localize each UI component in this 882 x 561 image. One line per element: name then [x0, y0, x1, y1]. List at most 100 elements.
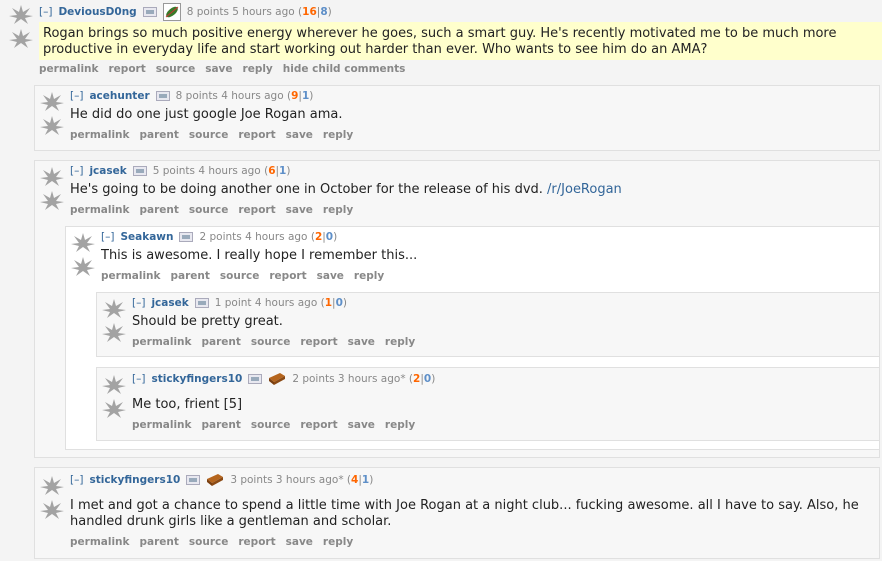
source-link[interactable]: source — [189, 129, 228, 141]
user-badge-icon — [186, 475, 201, 485]
upvote-leaf-icon[interactable] — [101, 298, 127, 320]
author-link[interactable]: acehunter — [89, 90, 149, 102]
save-link[interactable]: save — [317, 270, 344, 282]
collapse-toggle[interactable]: [–] — [70, 90, 83, 102]
author-link[interactable]: stickyfingers10 — [89, 474, 180, 486]
user-badge-icon — [248, 374, 263, 384]
upvote-leaf-icon[interactable] — [70, 232, 96, 254]
report-link[interactable]: report — [238, 129, 275, 141]
comment-actions: permalink parent source report save reply — [132, 419, 425, 431]
parent-link[interactable]: parent — [171, 270, 210, 282]
comment-actions: permalink parent source report save reply — [101, 270, 394, 282]
upvote-leaf-icon[interactable] — [101, 374, 127, 396]
source-link[interactable]: source — [251, 336, 290, 348]
hide-child-comments-link[interactable]: hide child comments — [283, 63, 406, 75]
score-time: 3 points 3 hours ago* — [230, 474, 344, 486]
permalink-link[interactable]: permalink — [132, 419, 192, 431]
upvote-leaf-icon[interactable] — [8, 4, 34, 26]
save-link[interactable]: save — [286, 129, 313, 141]
vote-arrows[interactable] — [39, 91, 65, 137]
save-link[interactable]: save — [286, 536, 313, 548]
parent-link[interactable]: parent — [140, 129, 179, 141]
report-link[interactable]: report — [238, 536, 275, 548]
vote-arrows[interactable] — [70, 232, 96, 278]
downvote-leaf-icon[interactable] — [70, 256, 96, 278]
downvote-leaf-icon[interactable] — [101, 322, 127, 344]
collapse-toggle[interactable]: [–] — [39, 6, 52, 18]
author-link[interactable]: jcasek — [89, 165, 126, 177]
author-link[interactable]: Seakawn — [120, 231, 173, 243]
save-link[interactable]: save — [348, 336, 375, 348]
reply-link[interactable]: reply — [385, 419, 415, 431]
vote-counts: (2|0) — [310, 231, 338, 243]
comment-tagline: [–] jcasek 5 points 4 hours ago (6|1) — [70, 165, 290, 177]
report-link[interactable]: report — [300, 336, 337, 348]
parent-link[interactable]: parent — [140, 536, 179, 548]
author-link[interactable]: stickyfingers10 — [151, 373, 242, 385]
reply-link[interactable]: reply — [354, 270, 384, 282]
save-link[interactable]: save — [286, 204, 313, 216]
reply-link[interactable]: reply — [323, 129, 353, 141]
source-link[interactable]: source — [189, 536, 228, 548]
vote-arrows[interactable] — [39, 475, 65, 521]
vote-counts: (9|1) — [287, 90, 314, 102]
vote-arrows[interactable] — [101, 374, 127, 420]
vote-counts: (2|0) — [408, 373, 436, 385]
user-badge-icon — [142, 7, 157, 17]
permalink-link[interactable]: permalink — [70, 204, 130, 216]
source-link[interactable]: source — [156, 63, 195, 75]
permalink-link[interactable]: permalink — [101, 270, 161, 282]
upvote-leaf-icon[interactable] — [39, 475, 65, 497]
comment-actions: permalink parent source report save reply — [70, 129, 363, 141]
report-link[interactable]: report — [300, 419, 337, 431]
comment-tagline: [–] jcasek 1 point 4 hours ago (1|0) — [132, 297, 347, 309]
vote-arrows[interactable] — [39, 166, 65, 212]
score-time: 2 points 4 hours ago — [199, 231, 308, 243]
author-link[interactable]: jcasek — [151, 297, 188, 309]
reply-link[interactable]: reply — [323, 536, 353, 548]
reply-link[interactable]: reply — [243, 63, 273, 75]
flair-leaf-icon — [162, 3, 181, 21]
comment-body: Me too, frient [5] — [132, 397, 243, 412]
parent-link[interactable]: parent — [202, 336, 241, 348]
comment-body: He's going to be doing another one in Oc… — [70, 182, 622, 198]
permalink-link[interactable]: permalink — [70, 129, 130, 141]
source-link[interactable]: source — [220, 270, 259, 282]
report-link[interactable]: report — [269, 270, 306, 282]
report-link[interactable]: report — [238, 204, 275, 216]
downvote-leaf-icon[interactable] — [8, 28, 34, 50]
collapse-toggle[interactable]: [–] — [132, 373, 145, 385]
user-badge-icon — [132, 166, 147, 176]
save-link[interactable]: save — [348, 419, 375, 431]
upvote-leaf-icon[interactable] — [39, 166, 65, 188]
permalink-link[interactable]: permalink — [70, 536, 130, 548]
vote-counts: (1|0) — [320, 297, 347, 309]
collapse-toggle[interactable]: [–] — [132, 297, 145, 309]
user-badge-icon — [179, 232, 194, 242]
report-link[interactable]: report — [109, 63, 146, 75]
permalink-link[interactable]: permalink — [132, 336, 192, 348]
vote-arrows[interactable] — [8, 4, 34, 50]
parent-link[interactable]: parent — [140, 204, 179, 216]
parent-link[interactable]: parent — [202, 419, 241, 431]
collapse-toggle[interactable]: [–] — [101, 231, 114, 243]
collapse-toggle[interactable]: [–] — [70, 165, 83, 177]
upvote-leaf-icon[interactable] — [39, 91, 65, 113]
vote-arrows[interactable] — [101, 298, 127, 344]
subreddit-link[interactable]: /r/JoeRogan — [547, 182, 622, 197]
downvote-leaf-icon[interactable] — [101, 398, 127, 420]
permalink-link[interactable]: permalink — [39, 63, 99, 75]
downvote-leaf-icon[interactable] — [39, 499, 65, 521]
save-link[interactable]: save — [205, 63, 232, 75]
comment-body: He did do one just google Joe Rogan ama. — [70, 107, 343, 122]
author-link[interactable]: DeviousD0ng — [58, 6, 136, 18]
comment-body: This is awesome. I really hope I remembe… — [101, 248, 418, 263]
vote-counts: (16|8) — [298, 6, 332, 18]
reply-link[interactable]: reply — [323, 204, 353, 216]
reply-link[interactable]: reply — [385, 336, 415, 348]
source-link[interactable]: source — [251, 419, 290, 431]
source-link[interactable]: source — [189, 204, 228, 216]
downvote-leaf-icon[interactable] — [39, 115, 65, 137]
downvote-leaf-icon[interactable] — [39, 190, 65, 212]
collapse-toggle[interactable]: [–] — [70, 474, 83, 486]
